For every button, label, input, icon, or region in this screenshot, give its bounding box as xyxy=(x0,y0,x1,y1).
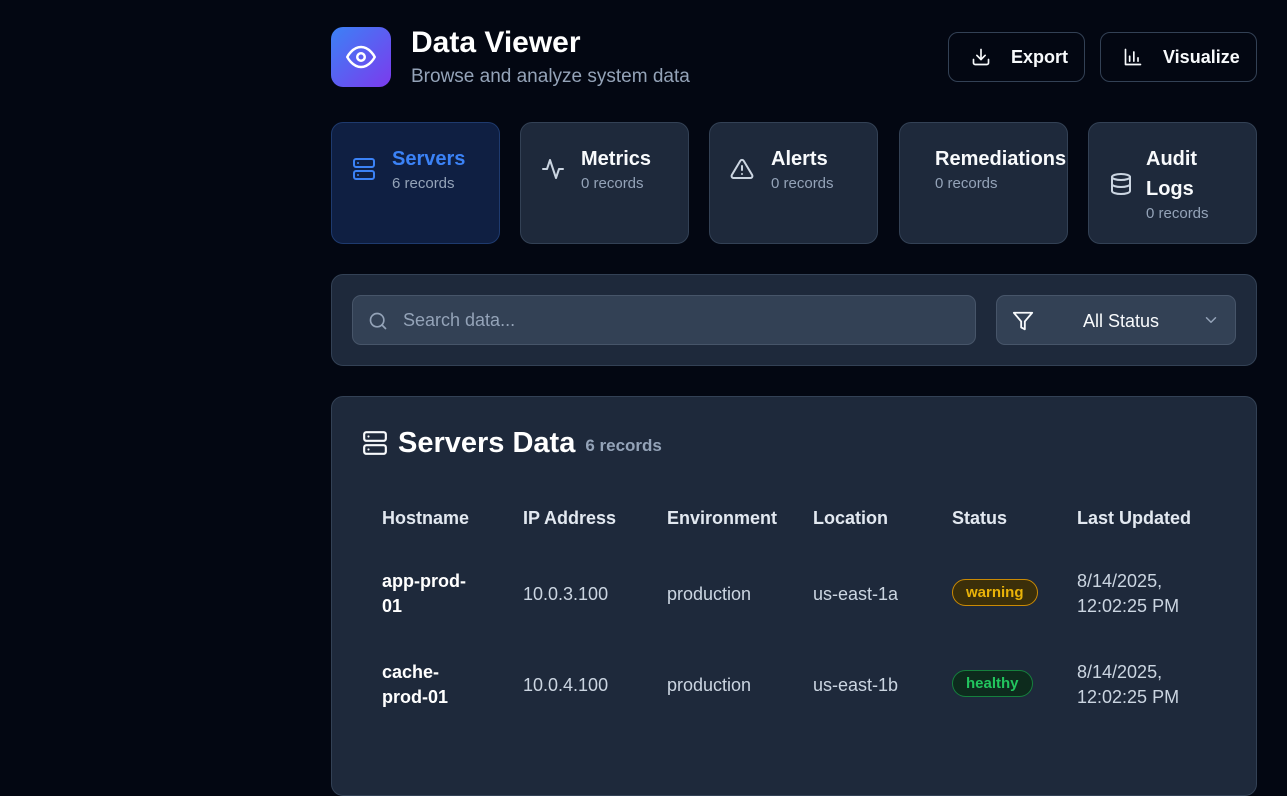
data-viewer-page: Data Viewer Browse and analyze system da… xyxy=(331,0,1257,796)
column-header-location[interactable]: Location xyxy=(813,508,888,529)
cell-last-updated: 8/14/2025, 12:02:25 PM xyxy=(1077,571,1180,616)
cell-location: us-east-1b xyxy=(813,675,899,695)
filter-bar: All Status xyxy=(331,274,1257,366)
bar-chart-icon xyxy=(1123,47,1143,67)
server-icon xyxy=(352,157,376,181)
tab-alerts[interactable]: Alerts 0 records xyxy=(709,122,878,244)
tab-audit-logs[interactable]: Audit Logs 0 records xyxy=(1088,122,1257,244)
record-count: 6 records xyxy=(585,436,662,455)
cell-environment: production xyxy=(667,584,752,604)
cell-ip: 10.0.4.100 xyxy=(523,675,609,695)
status-badge: warning xyxy=(952,579,1038,606)
search-box[interactable] xyxy=(352,295,976,345)
tab-label: Metrics xyxy=(581,148,652,170)
column-header-last-updated[interactable]: Last Updated xyxy=(1077,508,1191,529)
cell-hostname: cache- prod-01 xyxy=(382,662,449,707)
status-badge: healthy xyxy=(952,670,1033,697)
search-input[interactable] xyxy=(403,296,963,344)
database-icon xyxy=(1109,172,1133,196)
panel-header: Servers Data 6 records xyxy=(362,427,662,459)
cell-location: us-east-1a xyxy=(813,584,899,604)
status-filter-value: All Status xyxy=(1083,311,1160,331)
visualize-button[interactable]: Visualize xyxy=(1100,32,1257,82)
panel-title: Servers Data xyxy=(398,426,576,459)
tab-label: Logs xyxy=(1146,178,1194,200)
tab-count: 0 records xyxy=(935,175,998,192)
app-logo xyxy=(331,27,391,87)
cell-environment: production xyxy=(667,675,752,695)
chevron-down-icon xyxy=(1202,311,1220,329)
search-icon xyxy=(368,311,388,331)
header: Data Viewer Browse and analyze system da… xyxy=(331,27,1257,89)
column-header-hostname[interactable]: Hostname xyxy=(382,508,469,529)
filter-icon xyxy=(1012,310,1034,332)
status-filter-select[interactable]: All Status xyxy=(996,295,1236,345)
activity-icon xyxy=(541,157,565,181)
page-title: Data Viewer xyxy=(411,26,581,59)
tab-count: 0 records xyxy=(1146,205,1209,222)
data-type-tabs: Servers 6 records Metrics 0 records Aler… xyxy=(331,122,1257,244)
data-panel: Servers Data 6 records Hostname IP Addre… xyxy=(331,396,1257,796)
export-label: Export xyxy=(1011,46,1069,67)
column-header-status[interactable]: Status xyxy=(952,508,1007,529)
export-button[interactable]: Export xyxy=(948,32,1085,82)
tab-label: Remediations xyxy=(935,148,1067,170)
download-icon xyxy=(971,47,991,67)
tab-count: 0 records xyxy=(581,175,644,192)
tab-label: Servers xyxy=(392,148,466,170)
alert-triangle-icon xyxy=(730,157,754,181)
tab-label: Audit xyxy=(1146,148,1198,170)
tab-count: 0 records xyxy=(771,175,834,192)
cell-hostname: app-prod- 01 xyxy=(382,571,466,616)
tab-metrics[interactable]: Metrics 0 records xyxy=(520,122,689,244)
tab-count: 6 records xyxy=(392,175,455,192)
page-subtitle: Browse and analyze system data xyxy=(411,66,690,87)
column-header-ip[interactable]: IP Address xyxy=(523,508,616,529)
eye-icon xyxy=(346,45,376,69)
tab-remediations[interactable]: Remediations 0 records xyxy=(899,122,1068,244)
cell-last-updated: 8/14/2025, 12:02:25 PM xyxy=(1077,662,1180,707)
tab-servers[interactable]: Servers 6 records xyxy=(331,122,500,244)
cell-ip: 10.0.3.100 xyxy=(523,584,609,604)
server-icon xyxy=(362,430,388,456)
column-header-environment[interactable]: Environment xyxy=(667,508,777,529)
visualize-label: Visualize xyxy=(1163,46,1240,67)
tab-label: Alerts xyxy=(771,148,828,170)
